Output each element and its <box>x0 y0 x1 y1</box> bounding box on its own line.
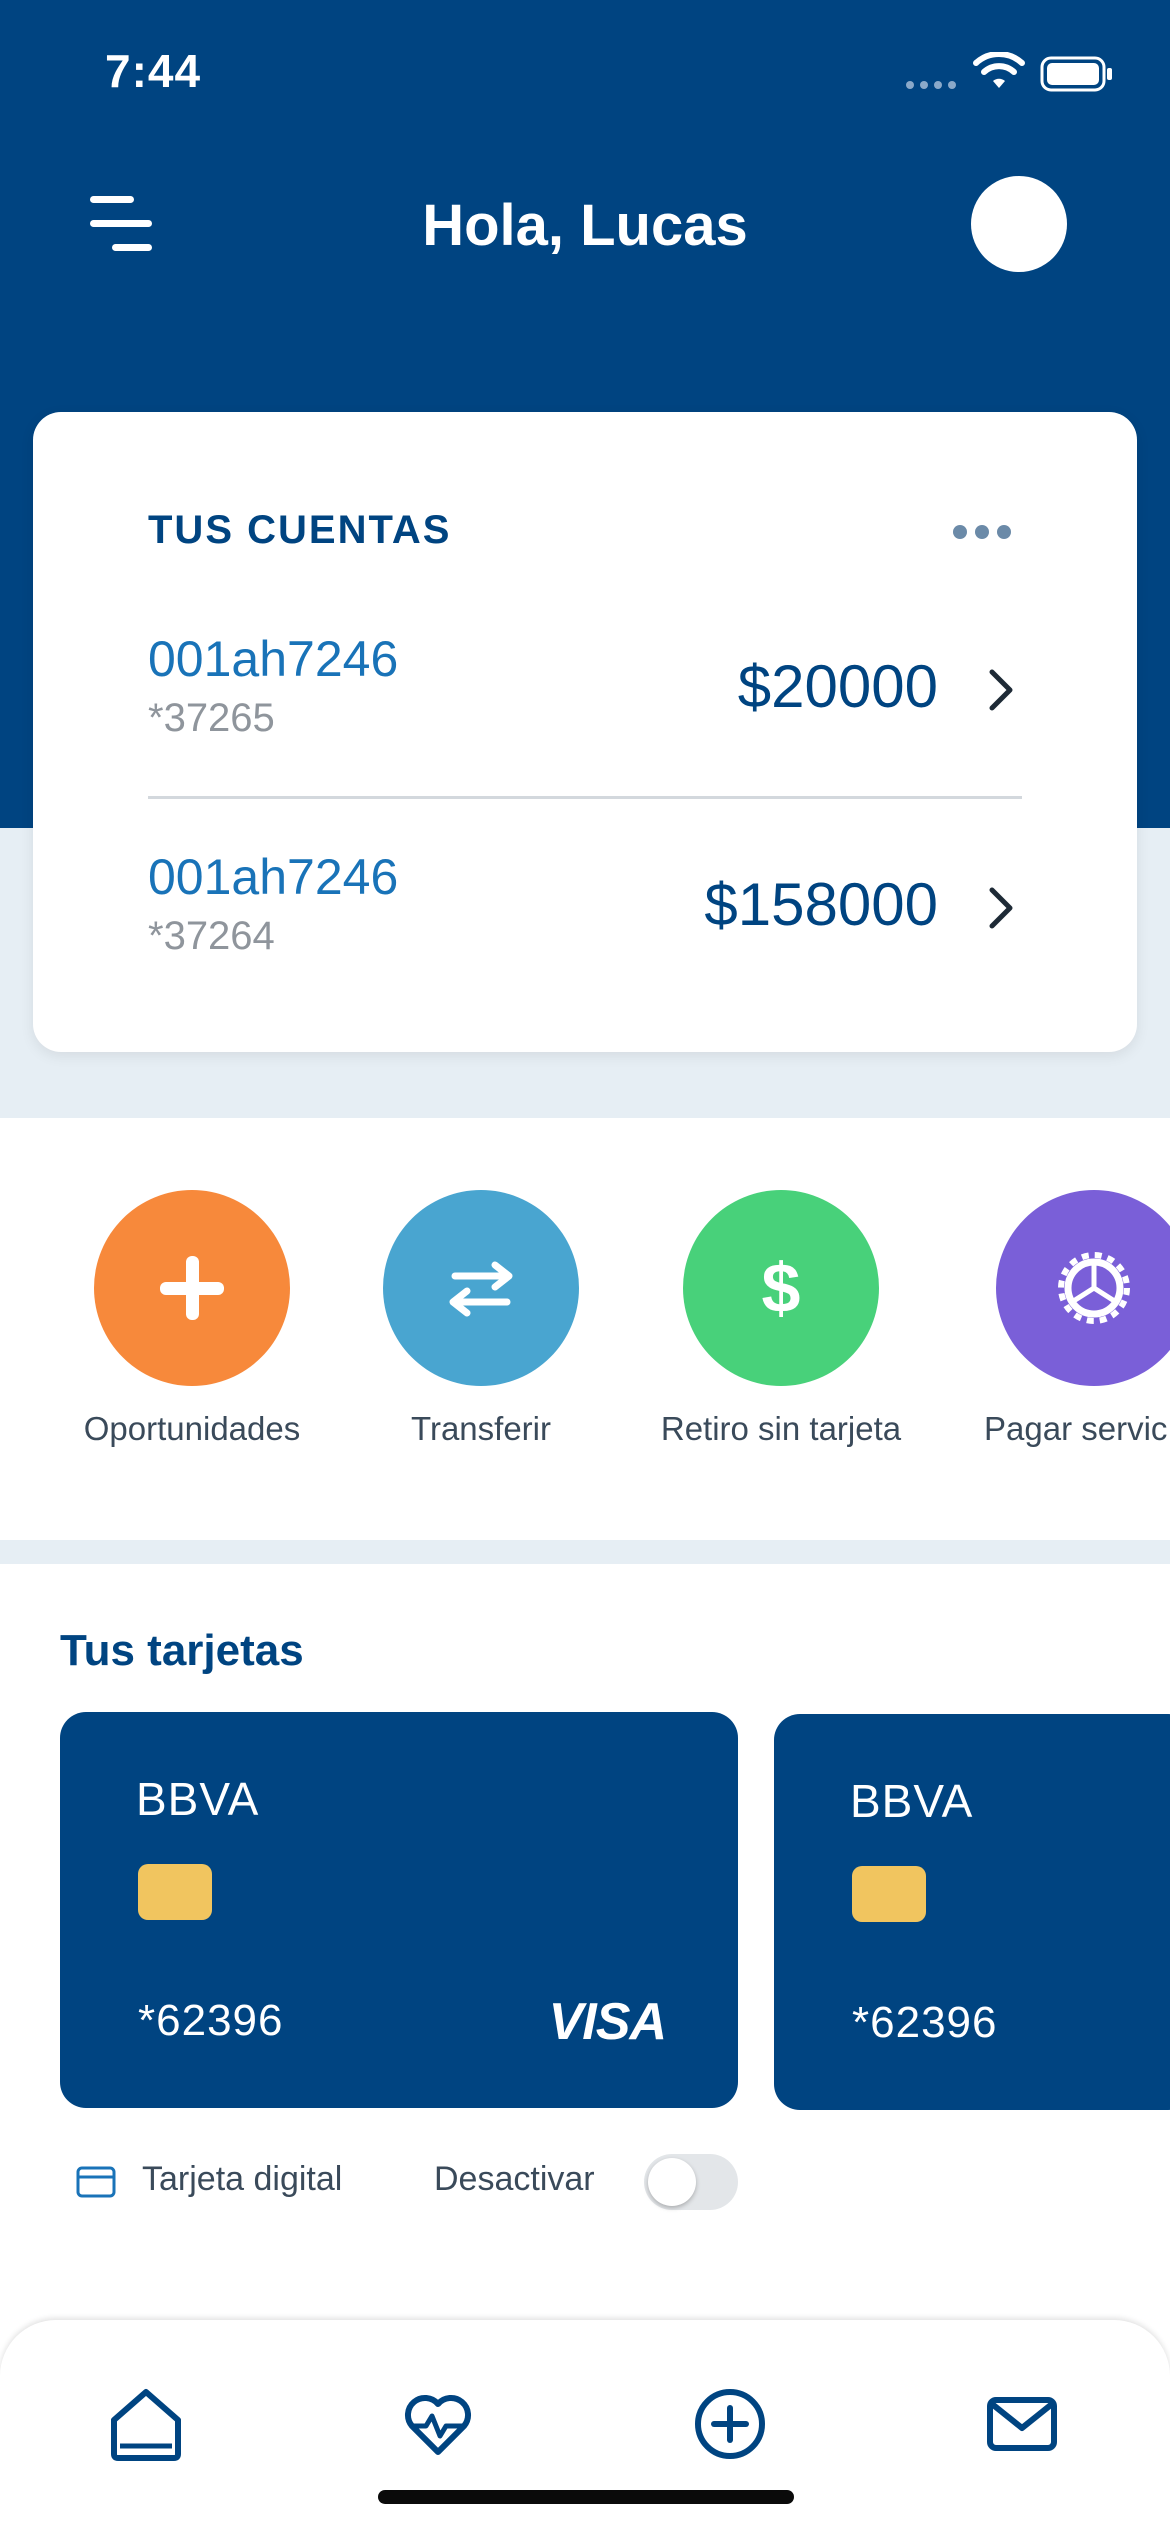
quick-action-circle <box>383 1190 579 1386</box>
toggle-knob <box>648 2158 696 2206</box>
chevron-right-icon <box>989 887 1013 929</box>
gear-icon <box>1058 1252 1130 1324</box>
signal-icon <box>906 81 956 89</box>
quick-action-label: Oportunidades <box>83 1410 301 1447</box>
more-options-icon[interactable] <box>952 524 1012 540</box>
quick-action-retiro[interactable]: $ Retiro sin tarjeta <box>621 1190 941 1450</box>
card-icon <box>76 2166 116 2198</box>
quick-action-oportunidades[interactable]: Oportunidades <box>32 1190 352 1450</box>
card-number: *62396 <box>138 1996 284 2045</box>
quick-action-pagar-servicios[interactable]: Pagar servic <box>934 1190 1170 1450</box>
credit-card[interactable]: BBVA *62396 <box>774 1714 1170 2110</box>
plus-circle-icon[interactable] <box>690 2384 770 2464</box>
account-balance: $158000 <box>704 871 938 938</box>
account-name: 001ah7246 <box>148 631 399 687</box>
digital-card-label[interactable]: Tarjeta digital <box>142 2160 342 2199</box>
account-name: 001ah7246 <box>148 849 399 905</box>
account-balance: $20000 <box>737 653 938 720</box>
section-separator <box>0 1540 1170 1564</box>
card-chip-icon <box>852 1866 926 1922</box>
plus-icon <box>160 1256 224 1320</box>
avatar[interactable] <box>971 176 1067 272</box>
cards-title: Tus tarjetas <box>60 1626 304 1675</box>
visa-logo: VISA <box>548 1993 667 2051</box>
credit-card[interactable]: BBVA *62396 VISA <box>60 1712 738 2108</box>
heart-pulse-icon[interactable] <box>398 2384 478 2464</box>
quick-action-circle: $ <box>683 1190 879 1386</box>
account-number: *37264 <box>148 914 275 958</box>
home-indicator <box>378 2490 794 2504</box>
account-row[interactable]: 001ah7246 *37265 $20000 <box>148 620 1028 760</box>
quick-action-label: Pagar servic <box>984 1410 1168 1447</box>
account-number: *37265 <box>148 696 275 740</box>
accounts-title: TUS CUENTAS <box>148 508 452 552</box>
quick-action-circle <box>94 1190 290 1386</box>
quick-action-transferir[interactable]: Transferir <box>321 1190 641 1450</box>
dollar-icon: $ <box>762 1249 801 1327</box>
mail-icon[interactable] <box>982 2384 1062 2464</box>
bbva-logo: BBVA <box>850 1775 974 1827</box>
quick-action-circle <box>996 1190 1170 1386</box>
wifi-icon <box>973 52 1025 88</box>
card-number: *62396 <box>852 1998 998 2047</box>
transfer-arrows-icon <box>449 1261 513 1317</box>
deactivate-label: Desactivar <box>434 2160 595 2198</box>
battery-icon <box>1040 56 1112 92</box>
account-row[interactable]: 001ah7246 *37264 $158000 <box>148 840 1028 980</box>
quick-action-label: Transferir <box>411 1410 551 1447</box>
bbva-logo: BBVA <box>136 1773 260 1825</box>
svg-text:$: $ <box>762 1249 801 1327</box>
chevron-right-icon <box>989 669 1013 711</box>
divider <box>148 796 1022 799</box>
quick-action-label: Retiro sin tarjeta <box>660 1410 902 1447</box>
status-time: 7:44 <box>105 45 202 97</box>
home-icon[interactable] <box>106 2384 186 2464</box>
card-chip-icon <box>138 1864 212 1920</box>
